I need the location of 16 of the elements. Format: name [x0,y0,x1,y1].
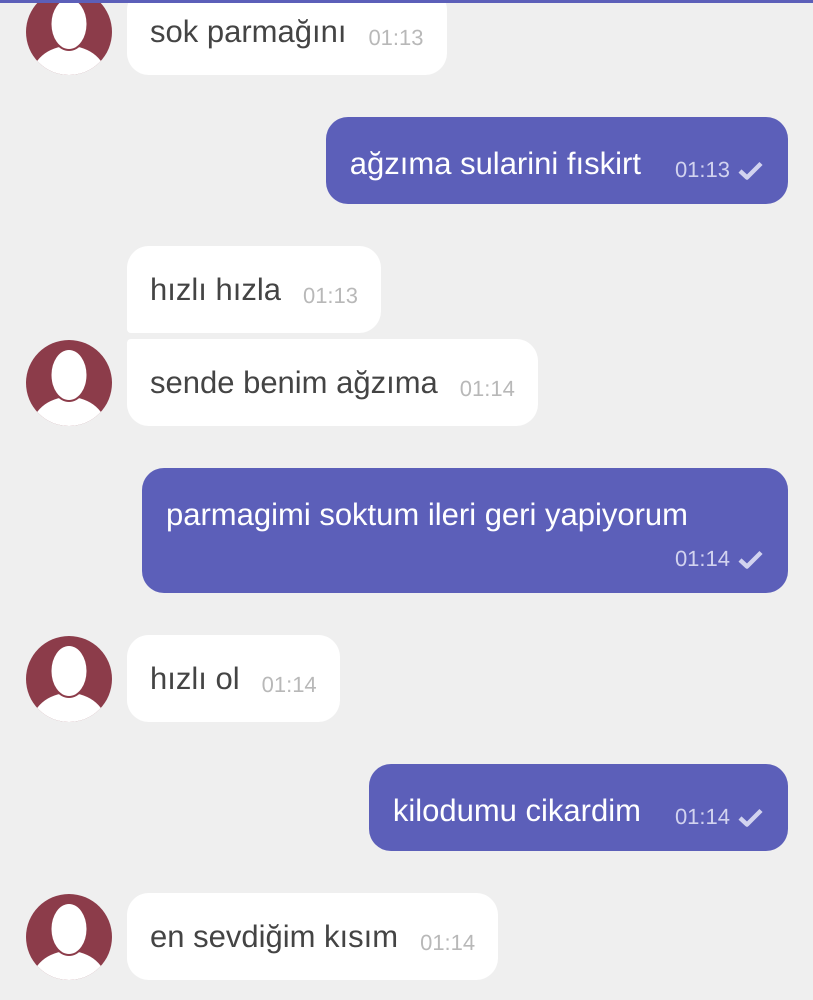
message-time: 01:13 [674,156,730,184]
message-text: parmagimi soktum ileri geri yapiyorum [166,496,689,533]
message-text: hızlı ol [150,660,240,697]
message-time: 01:14 [674,545,730,573]
message-time: 01:14 [420,929,476,957]
message-time: 01:13 [368,24,424,52]
message-text: sende benim ağzıma [150,364,438,401]
message-text: ağzıma sularini fıskirt [350,145,641,182]
message-text: en sevdiğim kısım [150,918,398,955]
message-text: sok parmağını [150,13,346,50]
message-time: 01:14 [460,375,515,403]
message-time: 01:13 [302,282,358,310]
message-time: 01:14 [674,803,730,831]
message-text: hızlı hızla [150,271,281,308]
message-time: 01:14 [262,671,317,699]
message-text: kilodumu cikardim [392,792,641,829]
